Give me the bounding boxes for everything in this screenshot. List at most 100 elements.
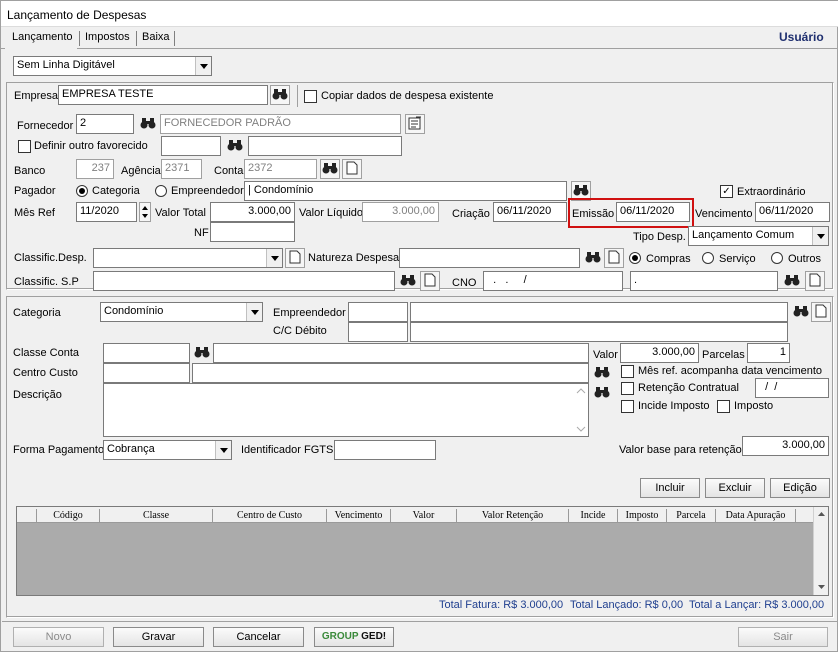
outro-favorecido-checkbox[interactable] (18, 140, 31, 153)
classif-sp-input[interactable] (93, 271, 395, 291)
new-classif-desp-button[interactable] (285, 248, 305, 268)
group-ged-button[interactable]: GROUP GED! (314, 627, 394, 647)
col-incide[interactable]: Incide (569, 509, 618, 523)
copiar-dados-checkbox[interactable] (304, 90, 317, 103)
valor-input[interactable]: 3.000,00 (620, 343, 699, 363)
search-conta-button[interactable] (320, 159, 340, 179)
favorecido-name-input[interactable] (248, 136, 402, 156)
pagador-input[interactable]: | Condomínio (244, 181, 567, 201)
col-valor-retencao[interactable]: Valor Retenção (457, 509, 569, 523)
mesref-spinner[interactable] (139, 202, 151, 222)
new-conta-button[interactable] (342, 159, 362, 179)
gravar-button[interactable]: Gravar (113, 627, 204, 647)
new-empreendedor-button[interactable] (811, 302, 831, 322)
search-descricao-button[interactable] (592, 383, 612, 403)
cc-debito-name-input[interactable] (410, 322, 788, 342)
col-classe[interactable]: Classe (100, 509, 213, 523)
outros-radio[interactable] (771, 252, 783, 264)
criacao-input[interactable]: 06/11/2020 (493, 202, 567, 222)
valor-base-input[interactable]: 3.000,00 (742, 436, 829, 456)
col-data-apuracao[interactable]: Data Apuração (716, 509, 796, 523)
vencimento-input[interactable]: 06/11/2020 (755, 202, 830, 222)
agencia-label: Agência (121, 165, 161, 177)
forma-pagamento-select[interactable]: Cobrança (103, 440, 232, 460)
new-classif-sp-button[interactable] (420, 271, 440, 291)
extraordinario-checkbox[interactable]: ✓ (720, 185, 733, 198)
classe-conta-code-input[interactable] (103, 343, 190, 363)
tab-lancamento[interactable]: Lançamento (12, 31, 73, 47)
natureza-despesa-input[interactable] (399, 248, 580, 268)
search-cno-button[interactable] (782, 271, 802, 291)
classif-desp-select[interactable] (93, 248, 283, 268)
retencao-date-input[interactable]: / / (755, 378, 829, 398)
col-parcela[interactable]: Parcela (667, 509, 716, 523)
search-empreendedor-button[interactable] (791, 302, 811, 322)
grid-scrollbar[interactable] (813, 507, 828, 595)
cno-name-input[interactable]: . (630, 271, 778, 291)
incide-imposto-checkbox[interactable] (621, 400, 634, 413)
nf-input[interactable] (210, 222, 295, 242)
tab-impostos[interactable]: Impostos (85, 31, 130, 47)
empreendedor-name-input[interactable] (410, 302, 788, 322)
empreendedor-code-input[interactable] (348, 302, 408, 322)
search-favorecido-button[interactable] (225, 136, 245, 156)
valor-total-input[interactable]: 3.000,00 (210, 202, 295, 222)
total-a-lancar: Total a Lançar: R$ 3.000,00 (689, 599, 825, 611)
edit-fornecedor-button[interactable] (405, 114, 425, 134)
empresa-input[interactable]: EMPRESA TESTE (58, 85, 268, 105)
tab-baixa[interactable]: Baixa (142, 31, 170, 47)
descricao-scrollbar[interactable] (575, 385, 587, 435)
agencia-input[interactable]: 2371 (161, 159, 202, 179)
excluir-button[interactable]: Excluir (705, 478, 765, 498)
col-imposto[interactable]: Imposto (618, 509, 667, 523)
search-classif-sp-button[interactable] (398, 271, 418, 291)
banco-input[interactable]: 237 (76, 159, 114, 179)
classe-conta-name-input[interactable] (213, 343, 589, 363)
parcelas-input[interactable]: 1 (747, 343, 790, 363)
new-document-icon (289, 250, 301, 267)
sair-button[interactable]: Sair (738, 627, 828, 647)
incluir-button[interactable]: Incluir (640, 478, 700, 498)
cancelar-button[interactable]: Cancelar (213, 627, 304, 647)
search-fornecedor-button[interactable] (138, 114, 158, 134)
search-natureza-button[interactable] (583, 248, 603, 268)
descricao-textarea[interactable] (103, 383, 589, 437)
linha-digitavel-select[interactable]: Sem Linha Digitável (13, 56, 212, 76)
fornecedor-code-input[interactable]: 2 (76, 114, 134, 134)
mesref-venc-checkbox[interactable] (621, 365, 634, 378)
search-empresa-button[interactable] (270, 85, 290, 105)
mesref-input[interactable]: 11/2020 (76, 202, 137, 222)
search-centro-custo-button[interactable] (592, 363, 612, 383)
col-vencimento[interactable]: Vencimento (327, 509, 391, 523)
retencao-checkbox[interactable] (621, 382, 634, 395)
centro-custo-name-input[interactable] (192, 363, 589, 383)
cno-input[interactable]: . . / (483, 271, 623, 291)
tipo-desp-select[interactable]: Lançamento Comum (688, 226, 829, 246)
categoria-select[interactable]: Condomínio (100, 302, 263, 322)
fgts-input[interactable] (334, 440, 436, 460)
pagador-empreendedor-radio[interactable] (155, 185, 167, 197)
cno-label: CNO (452, 277, 477, 289)
chevron-down-icon (246, 303, 262, 321)
col-valor[interactable]: Valor (391, 509, 457, 523)
compras-radio[interactable] (629, 252, 641, 264)
window-title: Lançamento de Despesas (7, 8, 147, 22)
search-classe-conta-button[interactable] (192, 343, 212, 363)
imposto-checkbox[interactable] (717, 400, 730, 413)
valor-liquido-input[interactable]: 3.000,00 (362, 202, 439, 222)
novo-button[interactable]: Novo (13, 627, 104, 647)
new-natureza-button[interactable] (604, 248, 624, 268)
fornecedor-name-input[interactable]: FORNECEDOR PADRÃO (160, 114, 401, 134)
centro-custo-code-input[interactable] (103, 363, 190, 383)
emissao-input[interactable]: 06/11/2020 (616, 202, 690, 222)
favorecido-code-input[interactable] (161, 136, 221, 156)
servico-radio[interactable] (702, 252, 714, 264)
cc-debito-code-input[interactable] (348, 322, 408, 342)
pagador-categoria-radio[interactable] (76, 185, 88, 197)
edicao-button[interactable]: Edição (770, 478, 830, 498)
new-cno-button[interactable] (805, 271, 825, 291)
empreendedor-label: Empreendedor (273, 307, 346, 319)
conta-input[interactable]: 2372 (244, 159, 317, 179)
col-centro-custo[interactable]: Centro de Custo (213, 509, 327, 523)
col-codigo[interactable]: Código (37, 509, 100, 523)
